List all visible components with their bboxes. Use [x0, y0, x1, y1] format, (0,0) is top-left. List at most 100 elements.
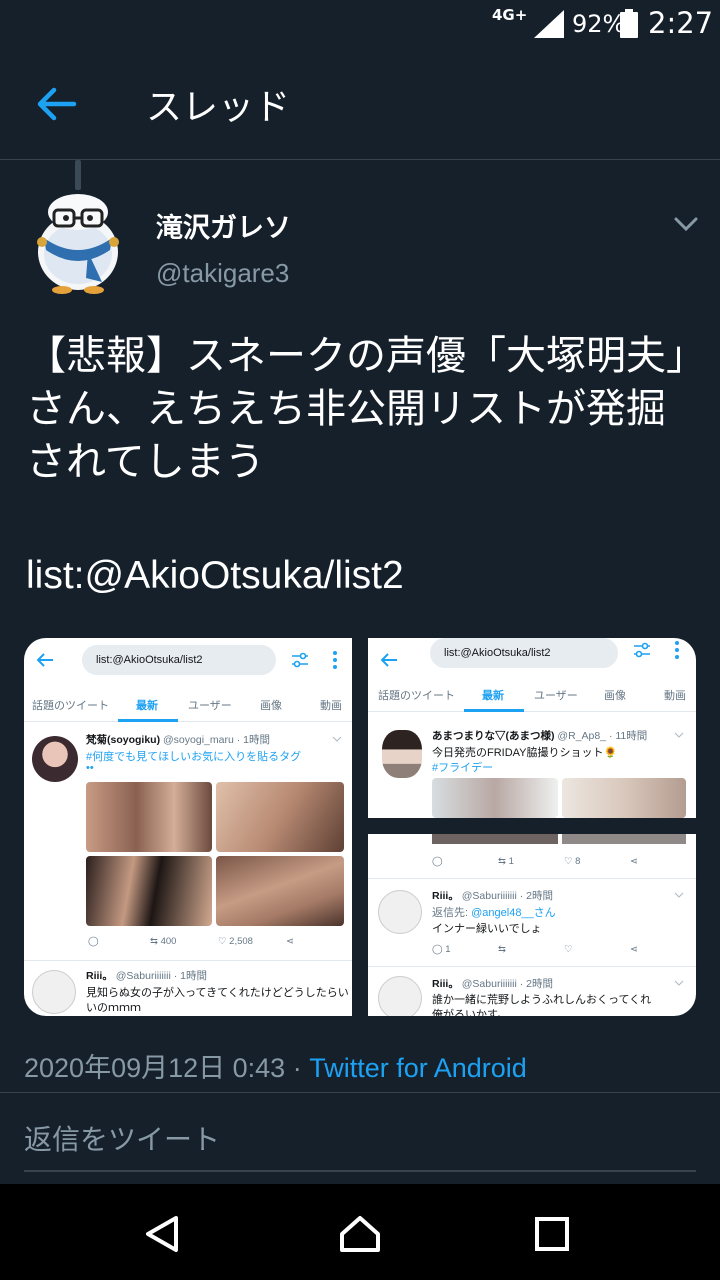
mini-avatar: [378, 890, 422, 934]
mini-text: インナー緑いいでしょ: [432, 923, 542, 935]
retweet-icon: ⇆: [498, 944, 506, 955]
mini-tab: ユーザー: [188, 700, 232, 712]
nav-recents-icon[interactable]: [530, 1212, 574, 1256]
mini-tabs: 話題のツイート 最新 ユーザー 画像 動画: [24, 688, 352, 722]
media-image-1[interactable]: list:@AkioOtsuka/list2 話題のツイート 最新 ユーザー 画…: [24, 638, 352, 1016]
battery-percent: 92%: [572, 10, 626, 38]
photo-thumb: [432, 778, 558, 818]
mini-avatar: [382, 730, 422, 778]
app-header: スレッド: [0, 48, 720, 160]
mini-text: 見知らぬ女の子が入ってきてくれたけどどうしたらい: [86, 987, 349, 999]
meta-separator: ·: [285, 1053, 310, 1083]
divider: [368, 878, 696, 879]
mini-reply-to: 返信先: @angel48__さん: [432, 907, 556, 919]
nav-back-icon[interactable]: [140, 1212, 184, 1256]
thread-line: [75, 160, 81, 190]
heart-icon: ♡: [564, 944, 573, 955]
photo-thumb: [562, 834, 686, 844]
photo-thumb: [216, 856, 344, 926]
like-count: ♡ 2,508: [218, 936, 253, 947]
author-name[interactable]: 滝沢ガレソ: [156, 206, 291, 245]
share-icon: ⋖: [630, 944, 638, 955]
mini-tab: 話題のツイート: [378, 690, 455, 702]
mini-author: Riii。 @Saburiiiiiii · 1時間: [86, 970, 207, 982]
more-vertical-icon: [675, 641, 679, 659]
network-type: 4G+: [492, 6, 528, 24]
avatar[interactable]: [28, 190, 128, 294]
retweet-count: ⇆ 1: [498, 856, 514, 867]
photo-thumb: [86, 782, 212, 852]
mini-tabs: 話題のツイート 最新 ユーザー 画像 動画: [368, 678, 696, 712]
mini-text: 誰か一緒に荒野しようふれしんおくってくれ: [432, 994, 652, 1006]
tweet-date: 2020年09月12日 0:43: [24, 1053, 286, 1083]
mini-text: ••: [86, 762, 94, 774]
system-nav-bar: [0, 1184, 720, 1280]
filter-icon: [292, 652, 308, 668]
photo-thumb: [216, 782, 344, 852]
photo-thumb: [86, 856, 212, 926]
share-icon: ⋖: [286, 936, 294, 947]
photo-thumb: [432, 834, 558, 844]
reply-icon: ◯: [432, 856, 443, 867]
nav-home-icon[interactable]: [338, 1212, 382, 1256]
mini-text: 俺がるいかす。: [432, 1009, 508, 1016]
reply-input[interactable]: 返信をツイート: [24, 1118, 696, 1172]
chevron-down-icon: [332, 736, 342, 742]
mini-tab-active: 最新: [482, 690, 504, 702]
mini-search: list:@AkioOtsuka/list2: [82, 645, 276, 675]
mini-toolbar: list:@AkioOtsuka/list2: [24, 638, 352, 682]
tweet-text: 【悲報】スネークの声優「大塚明夫」さん、えちえち非公開リストが発掘されてしまう: [26, 333, 686, 485]
mini-author: Riii。 @Saburiiiiiii · 2時間: [432, 890, 553, 902]
arrow-left-icon[interactable]: [34, 84, 78, 124]
chevron-down-icon: [674, 980, 684, 986]
mini-search: list:@AkioOtsuka/list2: [430, 638, 618, 668]
tweet-media[interactable]: list:@AkioOtsuka/list2 話題のツイート 最新 ユーザー 画…: [24, 638, 696, 1016]
media-image-3[interactable]: ◯ ⇆ 1 ♡ 8 ⋖ Riii。 @Saburiiiiiii · 2時間 返信…: [368, 834, 696, 1016]
mini-avatar: [32, 970, 76, 1014]
filter-icon: [634, 642, 650, 658]
mini-text: #フライデー: [432, 762, 494, 774]
chevron-down-icon[interactable]: [672, 212, 700, 236]
mini-tab: 画像: [604, 690, 626, 702]
tweet-source-link[interactable]: Twitter for Android: [309, 1053, 527, 1083]
mini-tab: ユーザー: [534, 690, 578, 702]
arrow-left-icon: [380, 653, 397, 667]
photo-thumb: [562, 778, 686, 818]
battery-icon: [620, 9, 638, 38]
like-count: ♡ 8: [564, 856, 581, 867]
mini-text: 今日発売のFRIDAY脇撮りショット🌻: [432, 747, 618, 759]
divider: [368, 966, 696, 967]
reply-icon: ◯: [88, 936, 99, 947]
mini-avatar: [32, 736, 78, 782]
chevron-down-icon: [674, 732, 684, 738]
mini-tab: 話題のツイート: [32, 700, 109, 712]
mini-author: 梵菊(soyogiku) @soyogi_maru · 1時間: [86, 734, 270, 746]
mini-author: あまつまりな▽(あまつ様) @R_Ap8_ · 11時間: [432, 730, 648, 742]
arrow-left-icon: [36, 653, 53, 667]
tweet-link[interactable]: list:@AkioOtsuka/list2: [26, 554, 404, 598]
media-image-2[interactable]: list:@AkioOtsuka/list2 話題のツイート 最新 ユーザー 画…: [368, 638, 696, 818]
more-vertical-icon: [333, 651, 337, 669]
author-handle[interactable]: @takigare3: [156, 258, 289, 289]
divider: [0, 1092, 720, 1093]
page-title: スレッド: [146, 87, 291, 128]
signal-icon: [534, 10, 564, 38]
mini-tab: 画像: [260, 700, 282, 712]
clock: 2:27: [648, 6, 714, 40]
divider: [24, 960, 352, 961]
mini-text: いのｍｍｍ: [86, 1002, 141, 1014]
mini-tab-active: 最新: [136, 700, 158, 712]
chevron-down-icon: [674, 892, 684, 898]
mini-tab: 動画: [664, 690, 686, 702]
tab-underline: [118, 719, 178, 722]
mini-avatar: [378, 976, 422, 1016]
mini-tab: 動画: [320, 700, 342, 712]
tab-underline: [464, 709, 524, 712]
mini-toolbar: list:@AkioOtsuka/list2: [368, 638, 696, 682]
retweet-count: ⇆ 400: [150, 936, 177, 947]
mini-author: Riii。 @Saburiiiiiii · 2時間: [432, 978, 553, 990]
tweet-timestamp: 2020年09月12日 0:43 · Twitter for Android: [24, 1046, 527, 1085]
share-icon: ⋖: [630, 856, 638, 867]
mini-text: #何度でも見てほしいお気に入りを貼るタグ: [86, 751, 302, 763]
reply-count: ◯ 1: [432, 944, 451, 955]
